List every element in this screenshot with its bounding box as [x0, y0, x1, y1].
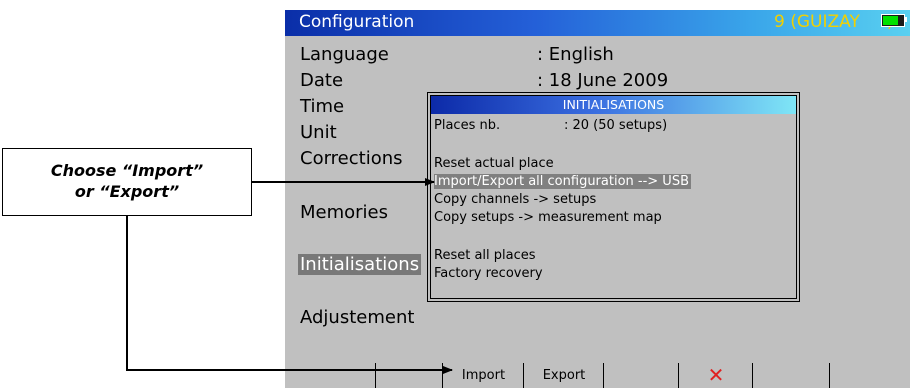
arrow-to-import-button [126, 216, 453, 374]
callout-arrows [126, 178, 453, 374]
